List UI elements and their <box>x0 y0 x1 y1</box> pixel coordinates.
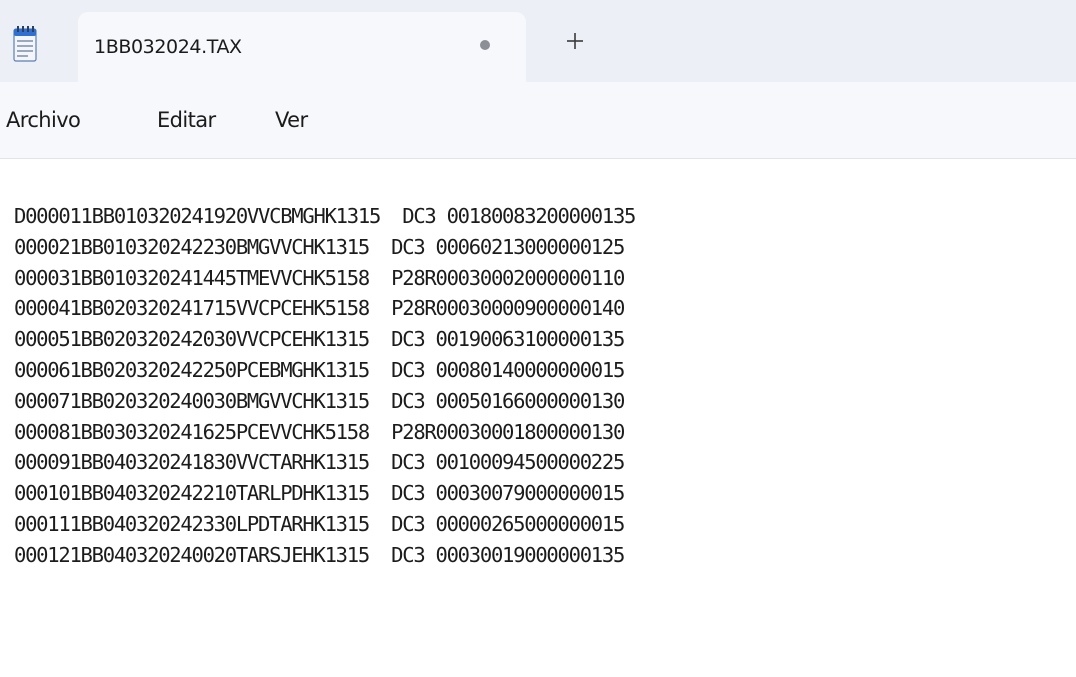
notepad-icon <box>13 26 37 62</box>
menu-editar[interactable]: Editar <box>157 108 216 132</box>
text-line: 000021BB010320242230BMGVVCHK1315 DC3 000… <box>14 234 625 259</box>
title-bar: 1BB032024.TAX <box>0 0 1076 82</box>
text-line: 000101BB040320242210TARLPDHK1315 DC3 000… <box>14 481 625 506</box>
plus-icon[interactable] <box>560 26 590 56</box>
text-lines: D000011BB010320241920VVCBMGHK1315 DC3 00… <box>14 201 636 571</box>
text-line: D000011BB010320241920VVCBMGHK1315 DC3 00… <box>14 204 636 228</box>
text-line: 000051BB020320242030VVCPCEHK1315 DC3 001… <box>14 327 625 352</box>
text-editor[interactable]: D000011BB010320241920VVCBMGHK1315 DC3 00… <box>0 159 1076 677</box>
menu-bar: Archivo Editar Ver <box>0 82 1076 159</box>
text-line: 000031BB010320241445TMEVVCHK5158 P28R000… <box>14 265 625 290</box>
text-line: 000071BB020320240030BMGVVCHK1315 DC3 000… <box>14 388 625 413</box>
menu-ver[interactable]: Ver <box>275 108 308 132</box>
menu-archivo[interactable]: Archivo <box>6 108 81 132</box>
tab-title: 1BB032024.TAX <box>94 36 242 58</box>
text-line: 000111BB040320242330LPDTARHK1315 DC3 000… <box>14 511 625 536</box>
unsaved-indicator-icon[interactable] <box>480 40 492 52</box>
text-line: 000081BB030320241625PCEVVCHK5158 P28R000… <box>14 419 625 444</box>
text-line: 000121BB040320240020TARSJEHK1315 DC3 000… <box>14 542 625 567</box>
text-line: 000041BB020320241715VVCPCEHK5158 P28R000… <box>14 296 625 321</box>
unsaved-dot <box>480 40 490 50</box>
text-line: 000061BB020320242250PCEBMGHK1315 DC3 000… <box>14 357 625 382</box>
text-line: 000091BB040320241830VVCTARHK1315 DC3 001… <box>14 450 625 475</box>
tab-file[interactable]: 1BB032024.TAX <box>78 12 526 82</box>
